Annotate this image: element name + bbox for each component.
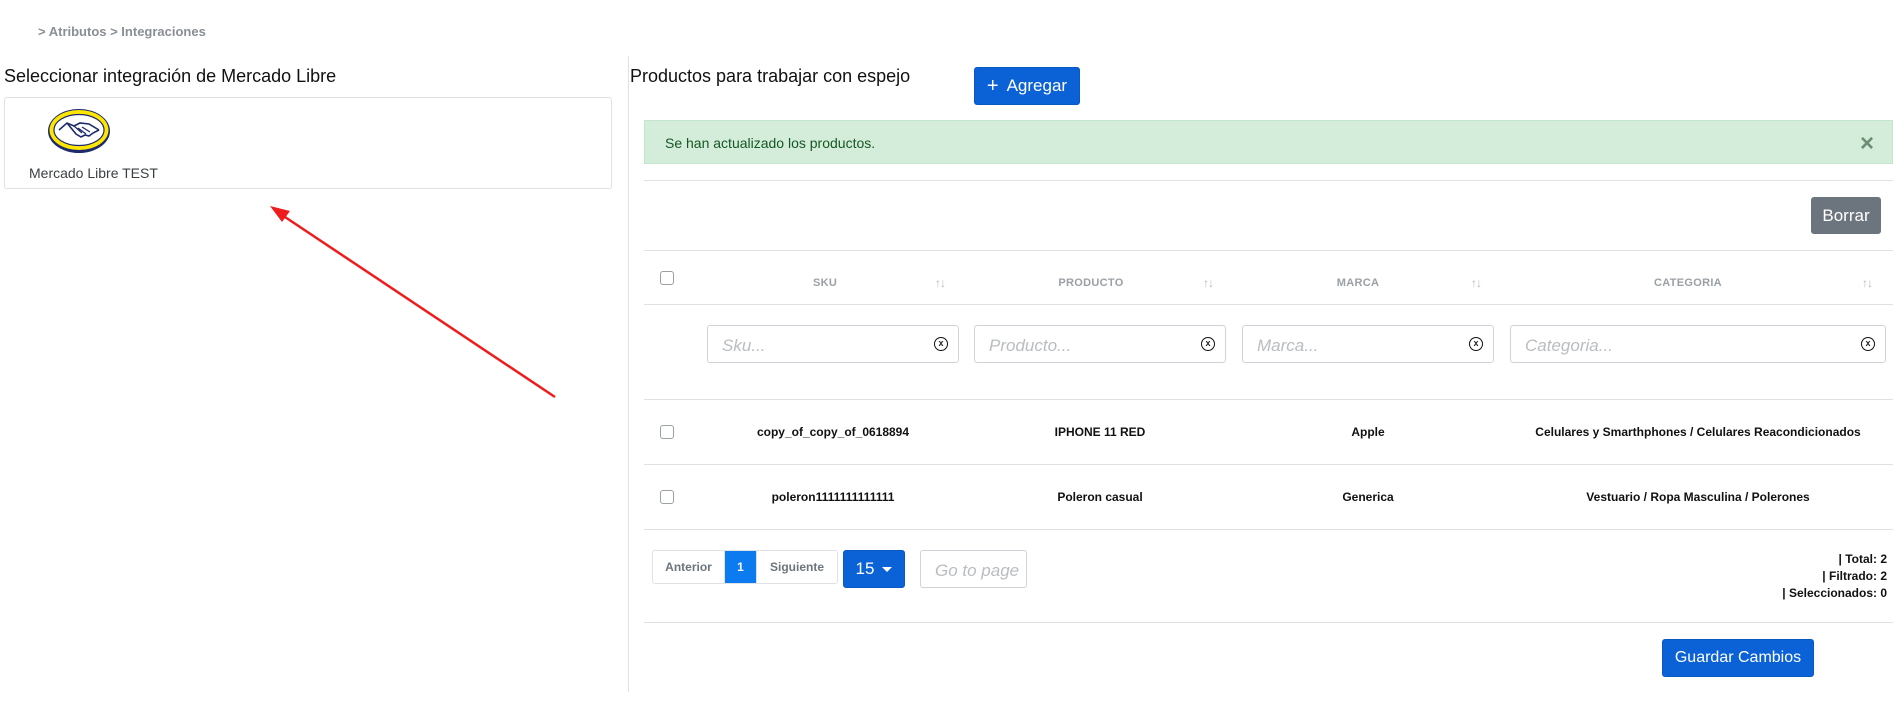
plus-icon: +	[986, 75, 999, 97]
sku-filter-input[interactable]	[720, 335, 914, 357]
sku-filter[interactable]: x	[707, 325, 959, 363]
marca-filter-input[interactable]	[1255, 335, 1449, 357]
categoria-filter[interactable]: x	[1510, 325, 1886, 363]
table-row[interactable]: poleron1111111111111 Poleron casual Gene…	[644, 465, 1893, 529]
row-checkbox[interactable]	[660, 490, 674, 504]
producto-filter-input[interactable]	[987, 335, 1181, 357]
add-button[interactable]: + Agregar	[974, 67, 1080, 105]
page-1-button[interactable]: 1	[725, 551, 756, 583]
cell-sku: copy_of_copy_of_0618894	[756, 425, 910, 439]
clear-icon[interactable]: x	[1469, 337, 1483, 351]
cell-marca: Apple	[1351, 425, 1385, 439]
clear-icon[interactable]: x	[1861, 337, 1875, 351]
products-section-title: Productos para trabajar con espejo	[630, 66, 911, 86]
table-row[interactable]: copy_of_copy_of_0618894 IPHONE 11 RED Ap…	[644, 400, 1893, 464]
categoria-filter-input[interactable]	[1523, 335, 1717, 357]
close-icon[interactable]: ×	[1860, 130, 1874, 158]
go-to-page-input[interactable]	[933, 560, 1021, 582]
add-button-label: Agregar	[1006, 76, 1068, 95]
go-to-page-field[interactable]	[920, 550, 1027, 588]
caret-down-icon	[882, 566, 893, 572]
delete-button[interactable]: Borrar	[1811, 197, 1881, 234]
mercado-libre-handshake-logo	[48, 109, 110, 153]
divider	[644, 250, 1893, 251]
cell-sku: poleron1111111111111	[771, 490, 895, 504]
page-size-dropdown[interactable]: 15	[843, 550, 905, 588]
next-page-button[interactable]: Siguiente	[756, 551, 837, 583]
divider	[644, 180, 1893, 181]
clear-icon[interactable]: x	[934, 337, 948, 351]
stat-total: | Total: 2	[1838, 552, 1887, 566]
cell-marca: Generica	[1342, 490, 1394, 504]
sort-icon[interactable]: ↑↓	[1203, 276, 1214, 290]
divider	[644, 622, 1893, 623]
alert-message: Se han actualizado los productos.	[665, 135, 876, 151]
panel-divider	[628, 56, 629, 692]
marca-filter[interactable]: x	[1242, 325, 1494, 363]
success-alert: Se han actualizado los productos. ×	[644, 120, 1893, 164]
integration-name: Mercado Libre TEST	[29, 165, 158, 181]
column-header-marca[interactable]: MARCA	[1313, 277, 1403, 289]
producto-filter[interactable]: x	[974, 325, 1226, 363]
cell-producto: Poleron casual	[1057, 490, 1143, 504]
stat-selected: | Seleccionados: 0	[1782, 586, 1887, 600]
stat-filtered: | Filtrado: 2	[1822, 569, 1887, 583]
breadcrumb: > Atributos > Integraciones	[38, 24, 206, 39]
clear-icon[interactable]: x	[1201, 337, 1215, 351]
sort-icon[interactable]: ↑↓	[935, 276, 946, 290]
sort-icon[interactable]: ↑↓	[1862, 276, 1873, 290]
cell-categoria: Celulares y Smarthphones / Celulares Rea…	[1535, 425, 1861, 439]
table-stats: | Total: 2 | Filtrado: 2 | Seleccionados…	[1782, 551, 1887, 602]
cell-producto: IPHONE 11 RED	[1054, 425, 1146, 439]
divider	[644, 304, 1893, 305]
column-header-producto[interactable]: PRODUCTO	[1046, 277, 1136, 289]
cell-categoria: Vestuario / Ropa Masculina / Polerones	[1586, 490, 1810, 504]
select-all-checkbox[interactable]	[660, 271, 674, 285]
column-header-categoria[interactable]: CATEGORIA	[1613, 277, 1763, 289]
page-size-value: 15	[855, 559, 875, 578]
pagination: Anterior 1 Siguiente	[652, 550, 838, 584]
sort-icon[interactable]: ↑↓	[1471, 276, 1482, 290]
previous-page-button[interactable]: Anterior	[653, 551, 725, 583]
column-header-sku[interactable]: SKU	[780, 277, 870, 289]
save-changes-button[interactable]: Guardar Cambios	[1662, 639, 1814, 677]
integration-section-title: Seleccionar integración de Mercado Libre	[4, 66, 337, 86]
integration-list: Mercado Libre TEST	[4, 97, 612, 189]
divider	[644, 529, 1893, 530]
annotation-arrow	[270, 206, 556, 399]
row-checkbox[interactable]	[660, 425, 674, 439]
